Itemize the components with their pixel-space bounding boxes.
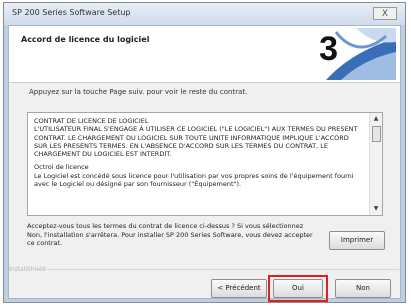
dialog-header: Accord de licence du logiciel 3 (9, 26, 400, 83)
license-content: CONTRAT DE LICENCE DE LOGICIEL L'UTILISA… (34, 117, 364, 193)
title-bar[interactable]: SP 200 Series Software Setup X (4, 3, 405, 25)
footer-divider (39, 269, 399, 270)
highlight-box (268, 275, 328, 302)
license-paragraph: CONTRAT DE LICENCE DE LOGICIEL L'UTILISA… (34, 117, 358, 159)
license-text-box[interactable]: CONTRAT DE LICENCE DE LOGICIEL L'UTILISA… (27, 112, 383, 216)
scroll-down-icon[interactable]: ▼ (370, 203, 382, 215)
page-title: Accord de licence du logiciel (21, 35, 150, 44)
license-scrollbar[interactable]: ▲ ▼ (369, 113, 382, 215)
license-paragraph: Octroi de licence Le Logiciel est concéd… (34, 163, 354, 189)
close-button[interactable]: X (373, 7, 397, 20)
previous-button[interactable]: < Précédent (211, 279, 267, 298)
window-title: SP 200 Series Software Setup (12, 8, 131, 17)
print-button[interactable]: Imprimer (329, 231, 385, 250)
accept-question: Acceptez-vous tous les termes du contrat… (27, 222, 313, 247)
step-number: 3 (319, 30, 338, 68)
scroll-thumb[interactable] (372, 126, 381, 142)
no-button[interactable]: Non (335, 279, 391, 298)
dialog-body: Accord de licence du logiciel 3 Appuyez … (8, 25, 401, 302)
setup-window: SP 200 Series Software Setup X Accord de… (3, 2, 406, 303)
instruction-text: Appuyez sur la touche Page suiv. pour vo… (29, 88, 248, 96)
scroll-up-icon[interactable]: ▲ (370, 113, 382, 125)
brand-swoosh-icon (326, 28, 396, 80)
